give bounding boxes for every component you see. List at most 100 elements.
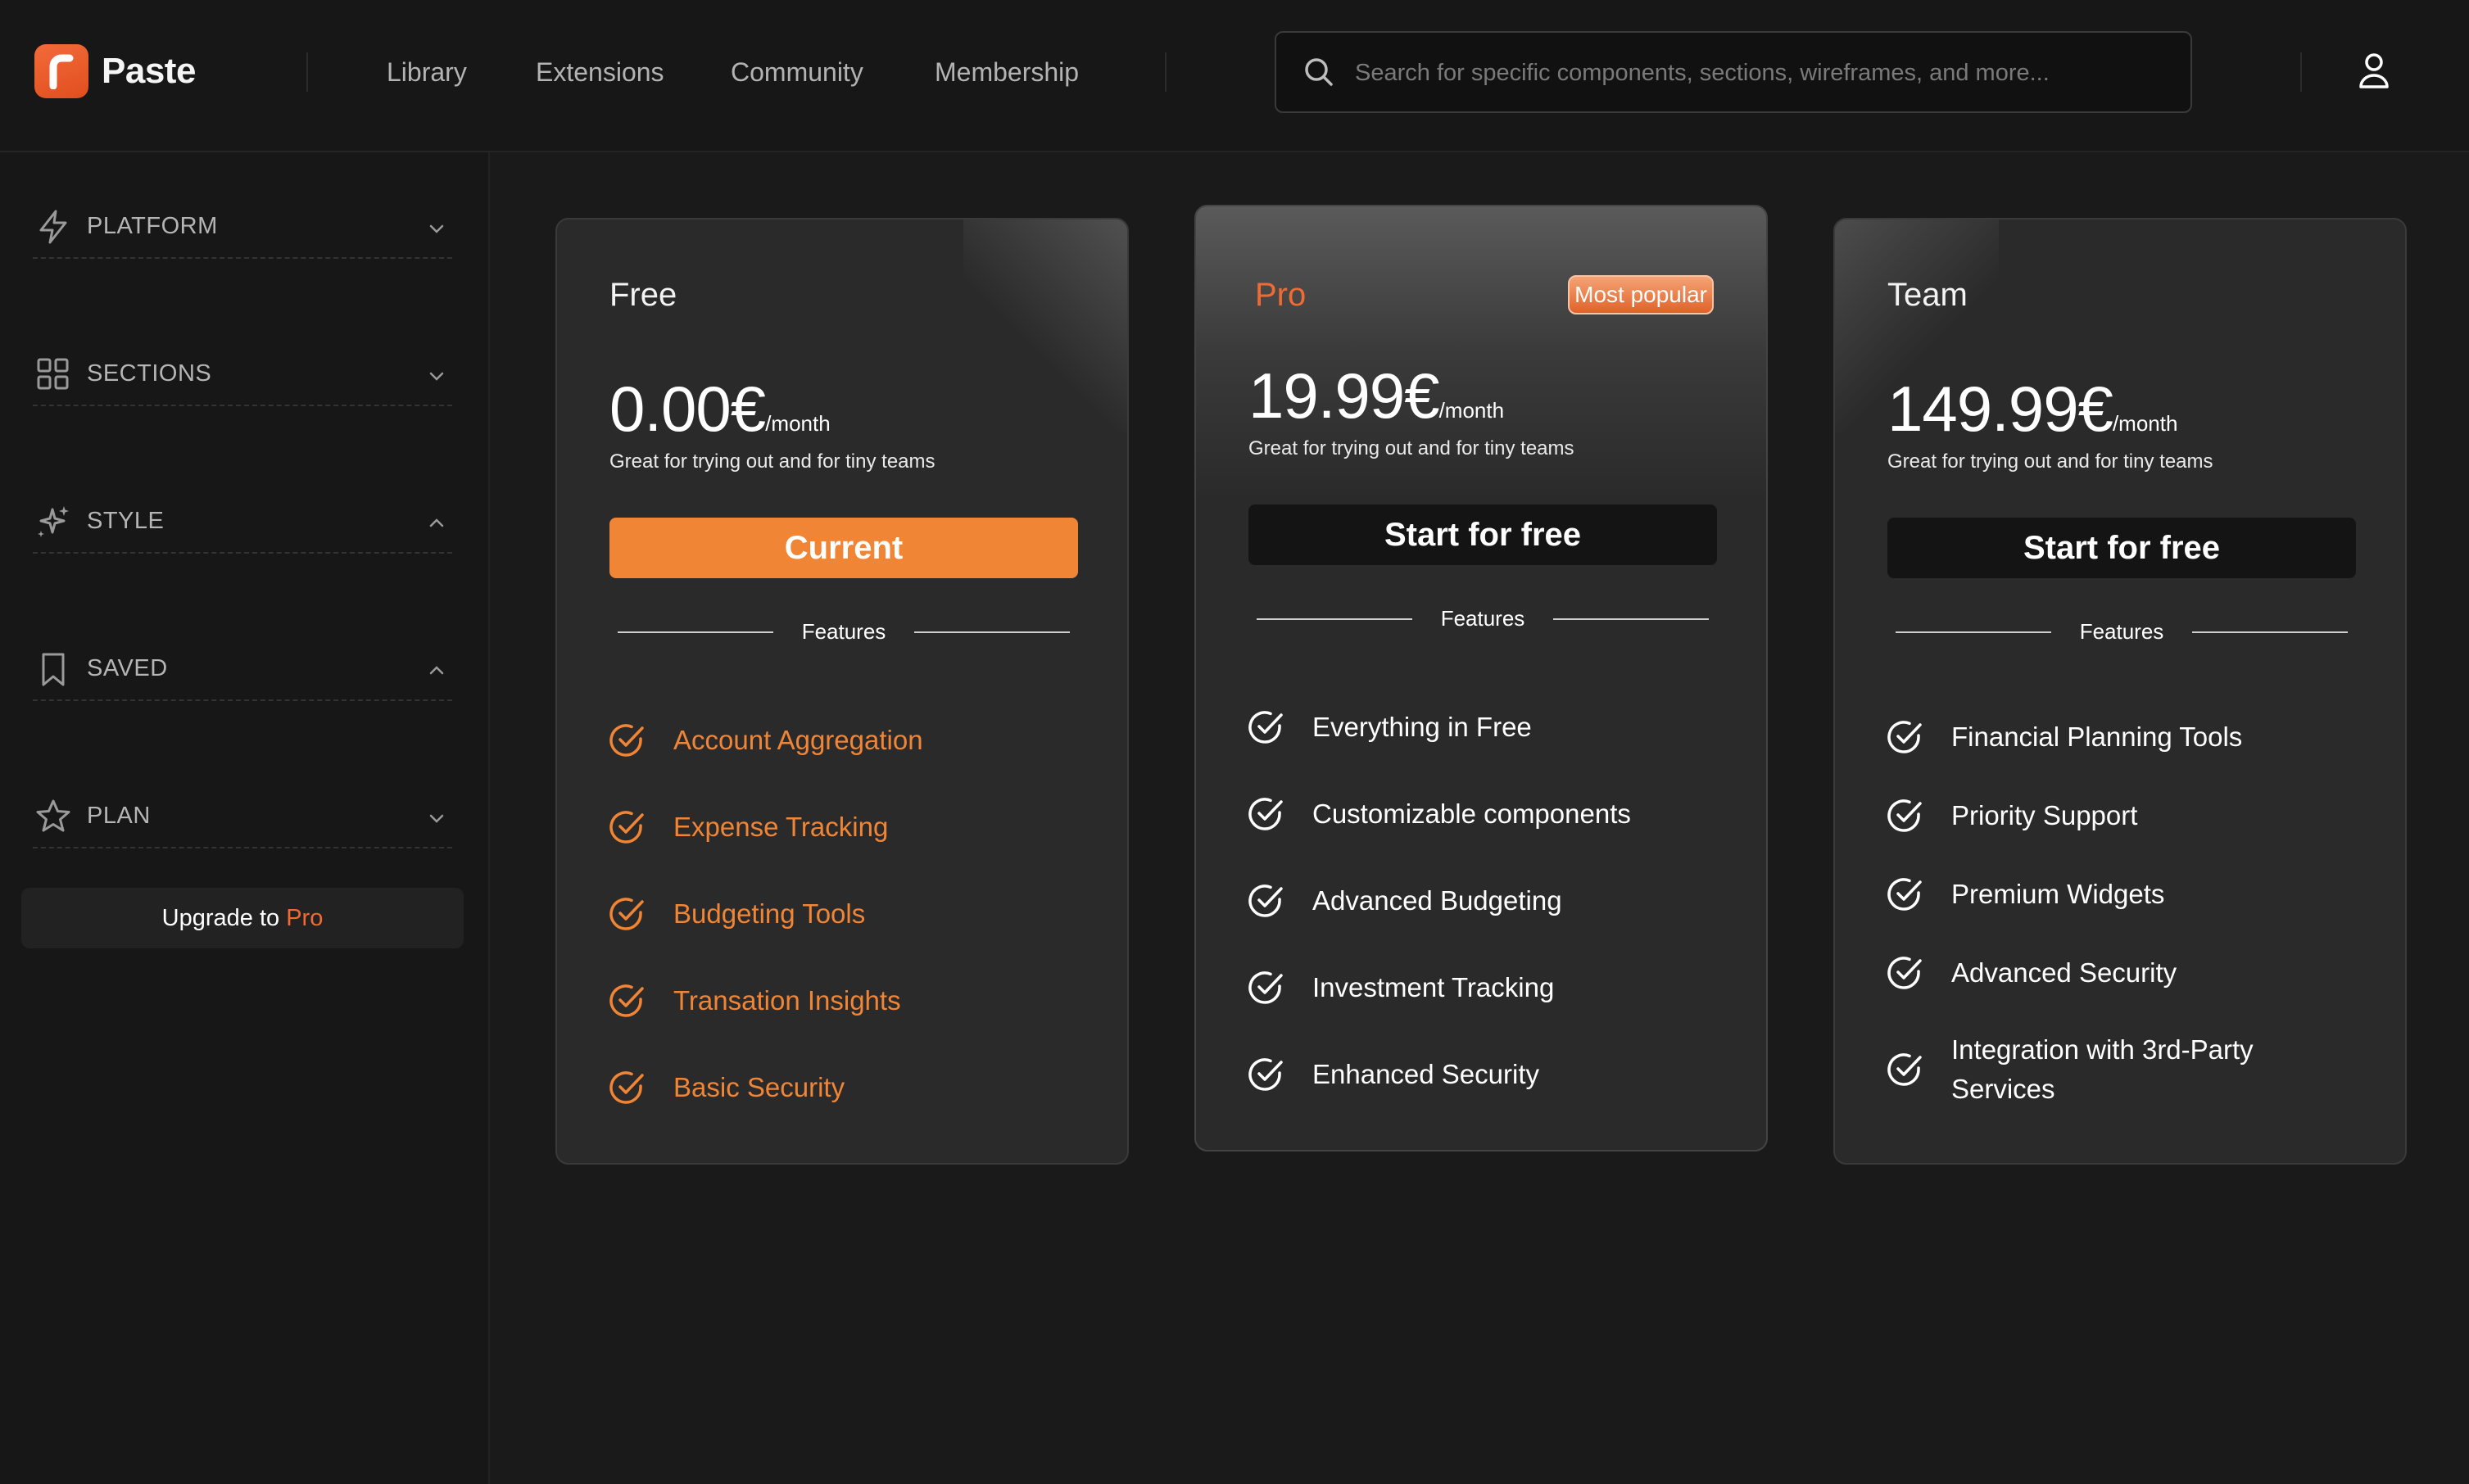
start-for-free-button[interactable]: Start for free (1887, 518, 2356, 578)
sidebar-item-plan[interactable]: PLAN (33, 788, 452, 848)
plan-price: 19.99€/month (1248, 359, 1504, 433)
plan-price: 0.00€/month (609, 372, 831, 446)
sidebar-item-label: PLAN (87, 803, 151, 829)
feature-label: Budgeting Tools (673, 898, 866, 929)
plan-price: 149.99€/month (1887, 372, 2177, 446)
feature-item: Basic Security (608, 1068, 845, 1107)
price-amount: 19.99€ (1248, 360, 1440, 432)
upgrade-plan-name: Pro (286, 905, 324, 931)
plan-name: Team (1887, 277, 1968, 313)
feature-item: Financial Planning Tools (1886, 717, 2242, 757)
sidebar-item-platform[interactable]: PLATFORM (33, 198, 452, 259)
check-circle-icon (608, 1068, 647, 1107)
nav-extensions[interactable]: Extensions (536, 52, 664, 92)
feature-item: Budgeting Tools (608, 894, 865, 934)
upgrade-to-pro-button[interactable]: Upgrade to Pro (21, 888, 464, 948)
feature-item: Advanced Budgeting (1247, 881, 1562, 921)
features-divider: Features (1257, 606, 1709, 631)
bookmark-icon (34, 650, 72, 688)
bolt-icon (34, 208, 72, 246)
features-divider: Features (1896, 619, 2348, 644)
check-circle-icon (1247, 794, 1286, 834)
sidebar-item-label: PLATFORM (87, 213, 218, 239)
check-circle-icon (608, 981, 647, 1020)
feature-label: Transation Insights (673, 985, 901, 1016)
chevron-down-icon (426, 218, 447, 239)
plan-tagline: Great for trying out and for tiny teams (1887, 450, 2213, 473)
feature-item: Premium Widgets (1886, 875, 2164, 914)
star-icon (34, 798, 72, 835)
search-box[interactable] (1275, 31, 2192, 113)
divider-line (914, 631, 1070, 633)
feature-item: Integration with 3rd-Party Services (1886, 1030, 2320, 1109)
feature-item: Priority Support (1886, 796, 2137, 835)
check-circle-icon (1886, 875, 1925, 914)
check-circle-icon (1886, 953, 1925, 993)
feature-label: Priority Support (1951, 800, 2138, 830)
chevron-down-icon (426, 365, 447, 387)
user-account-button[interactable] (2349, 48, 2399, 97)
header-divider (1165, 52, 1167, 92)
feature-item: Investment Tracking (1247, 968, 1554, 1007)
divider-line (1553, 618, 1709, 620)
feature-label: Premium Widgets (1951, 879, 2165, 909)
header-divider (2300, 52, 2302, 92)
sidebar: PLATFORM SECTIONS STYLE SAVED PLAN Upgra… (0, 152, 490, 1484)
current-plan-button[interactable]: Current (609, 518, 1078, 578)
check-circle-icon (1247, 968, 1286, 1007)
feature-label: Account Aggregation (673, 725, 923, 755)
sidebar-item-label: SAVED (87, 655, 168, 681)
check-circle-icon (1886, 717, 1925, 757)
plan-tagline: Great for trying out and for tiny teams (1248, 437, 1574, 459)
search-input[interactable] (1355, 52, 2158, 93)
chevron-down-icon (426, 808, 447, 829)
pricing-card-free: Free 0.00€/month Great for trying out an… (555, 218, 1129, 1165)
sidebar-item-saved[interactable]: SAVED (33, 640, 452, 701)
check-circle-icon (1886, 1050, 1925, 1089)
plan-tagline: Great for trying out and for tiny teams (609, 450, 936, 473)
upgrade-label: Upgrade to (161, 905, 287, 931)
feature-label: Everything in Free (1312, 712, 1532, 742)
check-circle-icon (608, 721, 647, 760)
sparkle-icon (34, 503, 72, 541)
plan-name: Pro (1255, 277, 1307, 313)
check-circle-icon (608, 808, 647, 847)
sidebar-item-label: SECTIONS (87, 360, 212, 387)
sidebar-item-sections[interactable]: SECTIONS (33, 346, 452, 406)
check-circle-icon (1247, 708, 1286, 747)
price-amount: 0.00€ (609, 373, 766, 445)
plan-name: Free (609, 277, 677, 313)
feature-label: Basic Security (673, 1072, 845, 1102)
nav-membership[interactable]: Membership (935, 52, 1079, 92)
most-popular-badge: Most popular (1568, 275, 1714, 314)
start-for-free-button[interactable]: Start for free (1248, 504, 1717, 565)
check-circle-icon (608, 894, 647, 934)
feature-item: Enhanced Security (1247, 1055, 1539, 1094)
search-icon (1302, 56, 1335, 93)
feature-label: Customizable components (1312, 799, 1631, 829)
check-circle-icon (1247, 1055, 1286, 1094)
main-nav: Library Extensions Community Membership (0, 52, 1147, 92)
price-period: /month (2112, 411, 2178, 436)
feature-item: Transation Insights (608, 981, 901, 1020)
feature-label: Financial Planning Tools (1951, 722, 2243, 752)
feature-label: Expense Tracking (673, 812, 889, 842)
feature-label: Advanced Security (1951, 957, 2177, 988)
pricing-card-team: Team 149.99€/month Great for trying out … (1833, 218, 2407, 1165)
feature-item: Expense Tracking (608, 808, 888, 847)
feature-label: Advanced Budgeting (1312, 885, 1562, 916)
feature-item: Everything in Free (1247, 708, 1532, 747)
features-divider: Features (618, 619, 1070, 644)
divider-line (2192, 631, 2348, 633)
feature-item: Customizable components (1247, 794, 1631, 834)
feature-label: Investment Tracking (1312, 972, 1555, 1002)
feature-label: Enhanced Security (1312, 1059, 1540, 1089)
feature-item: Advanced Security (1886, 953, 2177, 993)
price-amount: 149.99€ (1887, 373, 2113, 445)
sidebar-item-label: STYLE (87, 508, 165, 534)
check-circle-icon (1886, 796, 1925, 835)
feature-item: Account Aggregation (608, 721, 923, 760)
nav-community[interactable]: Community (731, 52, 863, 92)
nav-library[interactable]: Library (387, 52, 467, 92)
sidebar-item-style[interactable]: STYLE (33, 493, 452, 554)
